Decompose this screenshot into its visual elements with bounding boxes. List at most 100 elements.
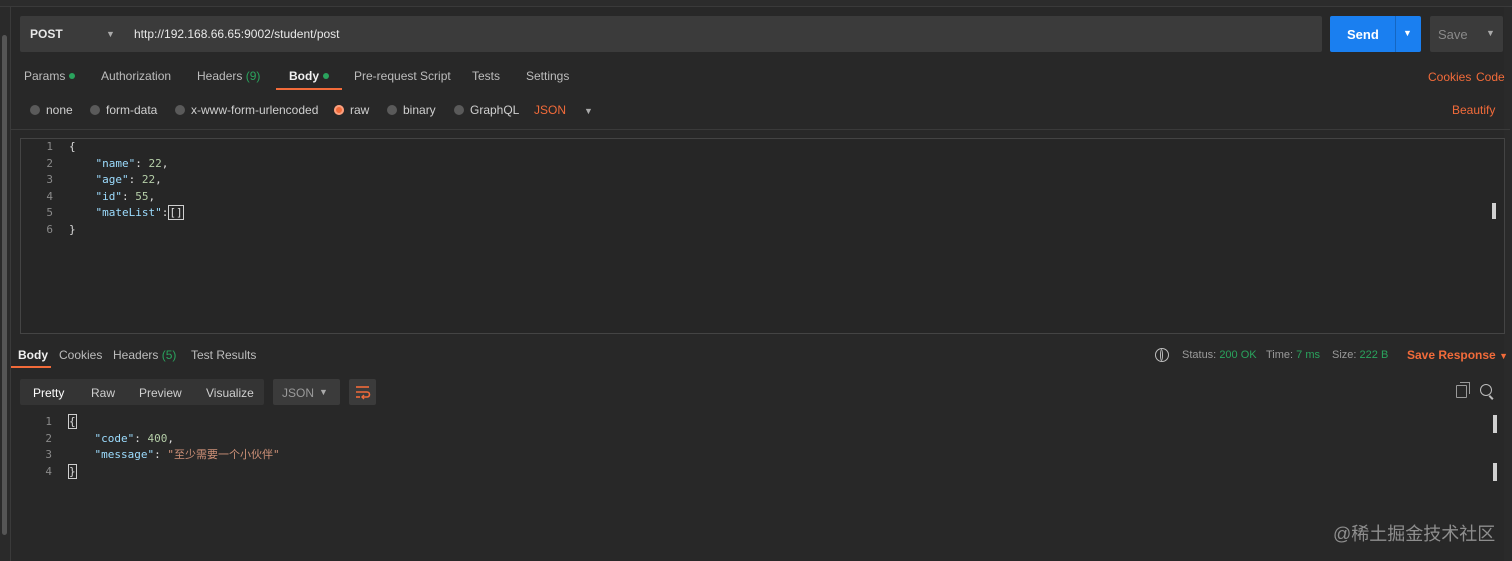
tab-headers-count: (9) (245, 69, 261, 83)
response-tab-cookies[interactable]: Cookies (59, 348, 102, 362)
line-number: 1 (46, 140, 53, 153)
code-line: { (68, 414, 280, 431)
chevron-down-icon: ▼ (106, 29, 115, 39)
tab-params[interactable]: Params (24, 69, 76, 83)
response-format-label: JSON (282, 386, 315, 400)
radio-selected-icon (334, 105, 344, 115)
json-key: "code" (94, 431, 135, 445)
json-value: 22 (148, 156, 162, 170)
mode-pretty[interactable]: Pretty (33, 386, 64, 400)
editor-scroll-marker[interactable] (1492, 203, 1496, 219)
save-response-button[interactable]: Save Response ▼ (1407, 348, 1508, 362)
radio-none[interactable]: none (30, 103, 73, 117)
response-tab-headers[interactable]: Headers (5) (113, 348, 176, 362)
radio-x-www-form-urlencoded[interactable]: x-www-form-urlencoded (175, 103, 318, 117)
code-line: } (68, 463, 280, 481)
radio-graphql-label: GraphQL (470, 103, 520, 117)
tab-tests[interactable]: Tests (472, 69, 500, 83)
tab-settings[interactable]: Settings (526, 69, 569, 83)
radio-circle-icon (90, 105, 100, 115)
line-number: 2 (45, 431, 52, 445)
line-number: 3 (45, 448, 52, 461)
tab-body-dot-icon (323, 73, 329, 79)
url-input[interactable]: http://192.168.66.65:9002/student/post (134, 27, 340, 41)
response-format-dropdown[interactable]: JSON ▼ (273, 379, 340, 405)
json-key: "id" (95, 189, 123, 203)
tab-authorization[interactable]: Authorization (101, 69, 171, 83)
radio-circle-icon (175, 105, 185, 115)
json-key: "age" (95, 173, 129, 186)
code-line: "mateList":[] (95, 205, 184, 220)
bracket-match: { (68, 414, 77, 429)
line-number: 2 (46, 156, 53, 170)
globe-icon[interactable] (1155, 348, 1169, 362)
request-body-editor[interactable]: 1 2 3 4 5 6 { "name": 22, "age": 22, "id… (20, 138, 1505, 334)
time-value: 7 ms (1296, 349, 1320, 361)
response-scroll-marker[interactable] (1493, 463, 1497, 481)
tab-params-dot-icon (69, 73, 76, 79)
copy-icon[interactable] (1456, 382, 1470, 398)
tab-headers-label: Headers (197, 69, 243, 83)
code-line: "id": 55, (95, 189, 156, 203)
code-line: "name": 22, (95, 156, 169, 170)
line-number: 1 (45, 415, 52, 428)
send-options-chevron-icon[interactable]: ▼ (1403, 28, 1412, 38)
mode-preview[interactable]: Preview (139, 386, 182, 400)
mode-visualize[interactable]: Visualize (206, 386, 254, 400)
save-label: Save (1438, 27, 1468, 42)
radio-graphql[interactable]: GraphQL (454, 103, 519, 117)
status-value: 200 OK (1219, 349, 1257, 361)
code-line: "code": 400, (94, 431, 175, 445)
tab-body[interactable]: Body (289, 69, 329, 83)
tab-pre-request-script[interactable]: Pre-request Script (354, 69, 451, 83)
code-link[interactable]: Code (1476, 70, 1505, 84)
method-dropdown[interactable]: POST ▼ (20, 16, 130, 52)
body-format-dropdown[interactable]: JSON ▼ (534, 103, 593, 117)
body-type-selector: none form-data x-www-form-urlencoded raw… (0, 100, 1512, 122)
save-options-chevron-icon[interactable]: ▼ (1486, 28, 1495, 38)
method-label: POST (30, 27, 63, 41)
line-number: 4 (45, 464, 52, 478)
json-key: "name" (95, 156, 136, 170)
size-metric: Size: 222 B (1332, 349, 1388, 361)
radio-circle-icon (30, 105, 40, 115)
search-icon[interactable] (1480, 384, 1492, 396)
mode-raw[interactable]: Raw (91, 386, 115, 400)
beautify-link[interactable]: Beautify (1452, 103, 1495, 117)
code-line: { (69, 140, 76, 153)
radio-binary[interactable]: binary (387, 103, 436, 117)
window-top-border (0, 0, 1512, 7)
tab-tests-label: Tests (472, 69, 501, 83)
line-number: 6 (46, 222, 53, 236)
status-label: Status: (1182, 349, 1217, 361)
json-value: 22 (141, 173, 156, 186)
response-tab-body[interactable]: Body (18, 348, 48, 362)
wrap-lines-button[interactable] (349, 379, 376, 405)
radio-form-data-label: form-data (106, 103, 158, 117)
tab-pre-request-label: Pre-request Script (354, 69, 451, 83)
response-tab-test-results[interactable]: Test Results (191, 348, 256, 362)
response-scroll-marker[interactable] (1493, 415, 1497, 433)
save-button[interactable]: Save ▼ (1430, 16, 1503, 52)
radio-urlencoded-label: x-www-form-urlencoded (191, 103, 319, 117)
json-key: "message" (94, 448, 155, 461)
radio-circle-icon (454, 105, 464, 115)
json-value: 55 (135, 189, 149, 203)
request-tabs: Params Authorization Headers (9) Body Pr… (0, 66, 1512, 92)
watermark: @稀土掘金技术社区 (1333, 524, 1496, 544)
section-divider (10, 129, 1510, 130)
send-button[interactable]: Send ▼ (1330, 16, 1421, 52)
code-line: "age": 22, (95, 173, 162, 186)
save-response-label: Save Response (1407, 348, 1496, 362)
tab-headers[interactable]: Headers (9) (197, 69, 260, 83)
chevron-down-icon: ▼ (319, 387, 328, 397)
chevron-down-icon: ▼ (584, 106, 593, 116)
line-number: 4 (46, 189, 53, 203)
size-value: 222 B (1359, 349, 1389, 361)
code-line: "message": "至少需要一个小伙伴" (94, 448, 280, 461)
code-lines: { "code": 400, "message": "至少需要一个小伙伴" } (68, 414, 280, 480)
bracket-match: } (68, 463, 77, 479)
radio-form-data[interactable]: form-data (90, 103, 157, 117)
radio-raw[interactable]: raw (334, 103, 369, 117)
cookies-link[interactable]: Cookies (1428, 70, 1471, 84)
